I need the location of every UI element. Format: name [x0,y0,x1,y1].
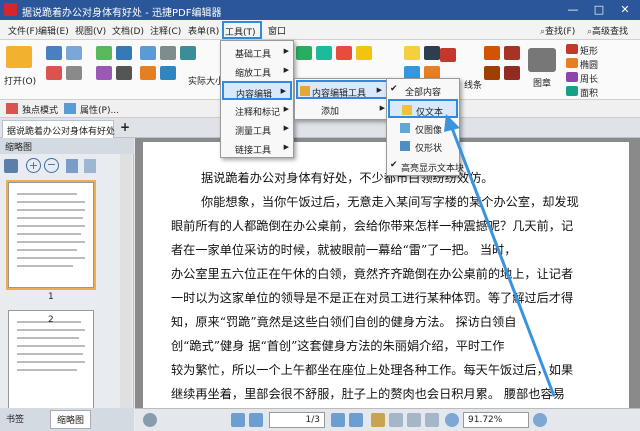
annotation-arrow [444,114,556,397]
